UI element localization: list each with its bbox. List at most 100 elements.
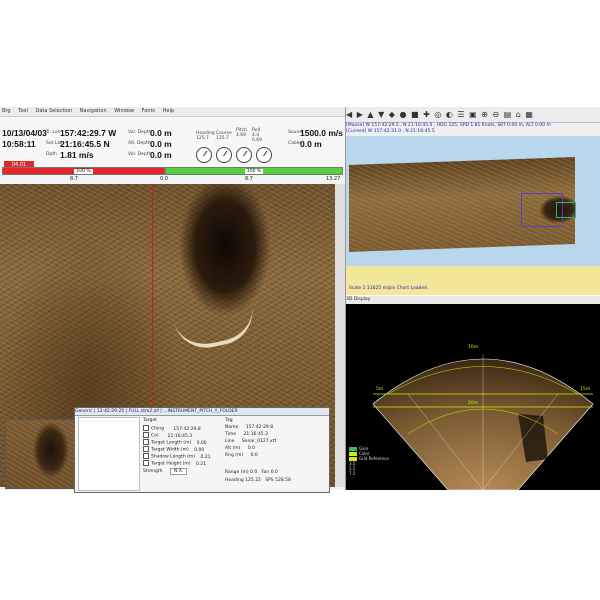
field-label: Col	[151, 433, 159, 439]
scroll-strip[interactable]	[335, 184, 345, 487]
current-position-text: [Current] W 157:42:31.0 , N 21:16:45.5	[346, 129, 435, 134]
sound-speed-readout: 1500.0 m/s	[300, 128, 344, 138]
starboard-gain-label: 100 %	[244, 169, 264, 174]
navigation-panel: 10/13/04/03 10:58:11 Tr. Lon 157:42:29.7…	[0, 117, 345, 169]
port-gain-label: 100 %	[74, 169, 93, 174]
field-row: Time 21:16:45.3	[225, 432, 268, 437]
menu-item[interactable]: Brg	[2, 107, 11, 116]
dialog-preview-pane	[78, 417, 140, 491]
chart-mosaic-window: ◀ ▶ ▲ ▼ ◆ ● ■ ✚ ◎ ◐ ☰ ▣ ⊕ ⊖ ▤ ⌂ ▦ [Mouse…	[346, 107, 600, 295]
latitude-readout: 157:42:29.7 W	[60, 128, 117, 138]
strength-select[interactable]: N.A.	[169, 468, 188, 475]
lat-label: Tr. Lon	[46, 130, 61, 135]
field-value: 0.00	[194, 447, 205, 453]
ping-label: Alt. Depth	[128, 141, 151, 146]
range-tick: 13.27	[326, 176, 341, 182]
dialog-title: Generic | 12:42:29.25 | FULL.stm2.jsf | …	[75, 408, 329, 416]
chart-toolbar[interactable]: ◀ ▶ ▲ ▼ ◆ ● ■ ✚ ◎ ◐ ☰ ▣ ⊕ ⊖ ▤ ⌂ ▦	[346, 107, 600, 123]
range-label: 15m	[580, 386, 590, 392]
field-label: Strength	[143, 469, 163, 474]
field-value: Sonar_0127.xtf	[241, 439, 277, 444]
channel-gain-bars: 100 % 100 % 8.7 0.0 8.7 13.27	[0, 167, 345, 183]
ping-value: 0.0 m	[150, 139, 172, 149]
group-label: Tag	[225, 418, 233, 423]
gauge-value: 125.7	[196, 136, 209, 141]
menu-item[interactable]: Navigation	[80, 107, 107, 116]
checkbox[interactable]	[143, 425, 149, 431]
time-readout: 10:58:11	[2, 139, 36, 149]
menu-item[interactable]: Help	[163, 107, 174, 116]
field-value: 0.0	[270, 470, 278, 475]
menu-item[interactable]: Tool	[18, 107, 28, 116]
longitude-readout: 21:16:45.5 N	[60, 139, 110, 149]
field-label: SPS	[265, 478, 274, 483]
legend-num: 7.5	[349, 471, 356, 476]
checkbox[interactable]	[143, 432, 149, 438]
starboard-gain-bar[interactable]: 100 %	[165, 167, 343, 175]
checkbox[interactable]	[143, 446, 149, 452]
depth-label: Dpth	[46, 152, 57, 157]
field-value: 0.21	[196, 461, 207, 467]
display-legend: Gain Color Grid Reference 3.5 5.5 7.5	[349, 446, 389, 490]
field-label: Range (m)	[225, 470, 249, 475]
3d-display-window: 3D Display 5m 10m 15m 20m Gain Color Gri…	[346, 296, 600, 490]
date-readout: 10/13/04/03	[2, 128, 47, 138]
field-value: 528.58	[275, 478, 291, 483]
field-row: Strength N.A.	[143, 468, 188, 475]
range-label: 5m	[376, 386, 383, 392]
field-label: Target Width (m)	[151, 447, 189, 453]
field-value: 0.0	[247, 446, 256, 451]
field-label: Heading	[225, 478, 244, 483]
port-gain-bar[interactable]: 100 %	[2, 167, 165, 175]
field-value: 0.21	[200, 454, 211, 460]
field-label: Target Height (m)	[151, 461, 191, 467]
target-thumbnail-image	[5, 419, 77, 489]
chart-map[interactable]: Scale 1:11625 m/pix Chart Loaded	[346, 136, 600, 295]
scale-readout: Scale 1:11625 m/pix Chart Loaded	[349, 286, 427, 291]
cable-label: Cable	[288, 141, 301, 146]
checkbox[interactable]	[143, 460, 149, 466]
menu-item[interactable]: Data Selection	[35, 107, 72, 116]
group-label: Target	[143, 418, 157, 423]
checkbox[interactable]	[143, 453, 149, 459]
field-label: Rng (m)	[225, 453, 244, 458]
field-value: 157:42:29.8	[245, 425, 274, 430]
field-row: Shadow Length (m) 0.21	[143, 453, 211, 460]
footer-row: Range (m) 0.0 Fan 0.0	[225, 470, 278, 475]
field-value: 0.0	[250, 453, 258, 458]
field-label: Time	[225, 432, 237, 437]
gauge-value: 6.69	[252, 138, 263, 143]
field-label: Name	[225, 425, 239, 430]
footer-row: Heading 125.22 SPS 528.58	[225, 478, 291, 483]
field-value: 0.00	[196, 440, 207, 446]
cursor-info: [Mouse] W 157:42:29.5 , N 21:16:45.0 , H…	[346, 123, 600, 135]
field-label: Shadow Length (m)	[151, 454, 196, 460]
field-row: Line Sonar_0127.xtf	[225, 439, 276, 444]
target-marker-box[interactable]	[556, 202, 576, 218]
cable-readout: 0.0 m	[300, 139, 322, 149]
sonar-main-window: Brg Tool Data Selection Navigation Windo…	[0, 107, 346, 493]
legend-label: Grid Reference	[359, 456, 389, 461]
ping-label: Vol. Depth	[128, 152, 152, 157]
ping-value: 0.0 m	[150, 128, 172, 138]
pitch-dial-icon	[236, 147, 252, 163]
field-row: Target Height (m) 0.21	[143, 460, 206, 467]
menu-item[interactable]: Fonts	[142, 107, 156, 116]
menu-item[interactable]: Window	[114, 107, 134, 116]
roll-dial-icon	[256, 147, 272, 163]
field-row: Name 157:42:29.8	[225, 425, 273, 430]
gauge-value: 125.7	[216, 136, 229, 141]
ping-label: Vol. Depth	[128, 130, 152, 135]
speed-readout: 1.81 m/s	[60, 150, 94, 160]
course-dial-icon	[216, 147, 232, 163]
field-label: Fan	[261, 470, 270, 475]
field-label: Line	[225, 439, 235, 444]
field-value: 21:16:45.3	[167, 433, 193, 439]
field-value: 0.0	[250, 470, 258, 475]
range-tick: 8.7	[245, 176, 253, 182]
gauge-value: 4.69	[236, 133, 247, 138]
menu-bar: Brg Tool Data Selection Navigation Windo…	[0, 107, 345, 117]
field-label: Ching	[151, 426, 164, 432]
forward-looking-fan[interactable]: 5m 10m 15m 20m	[368, 334, 598, 490]
checkbox[interactable]	[143, 439, 149, 445]
